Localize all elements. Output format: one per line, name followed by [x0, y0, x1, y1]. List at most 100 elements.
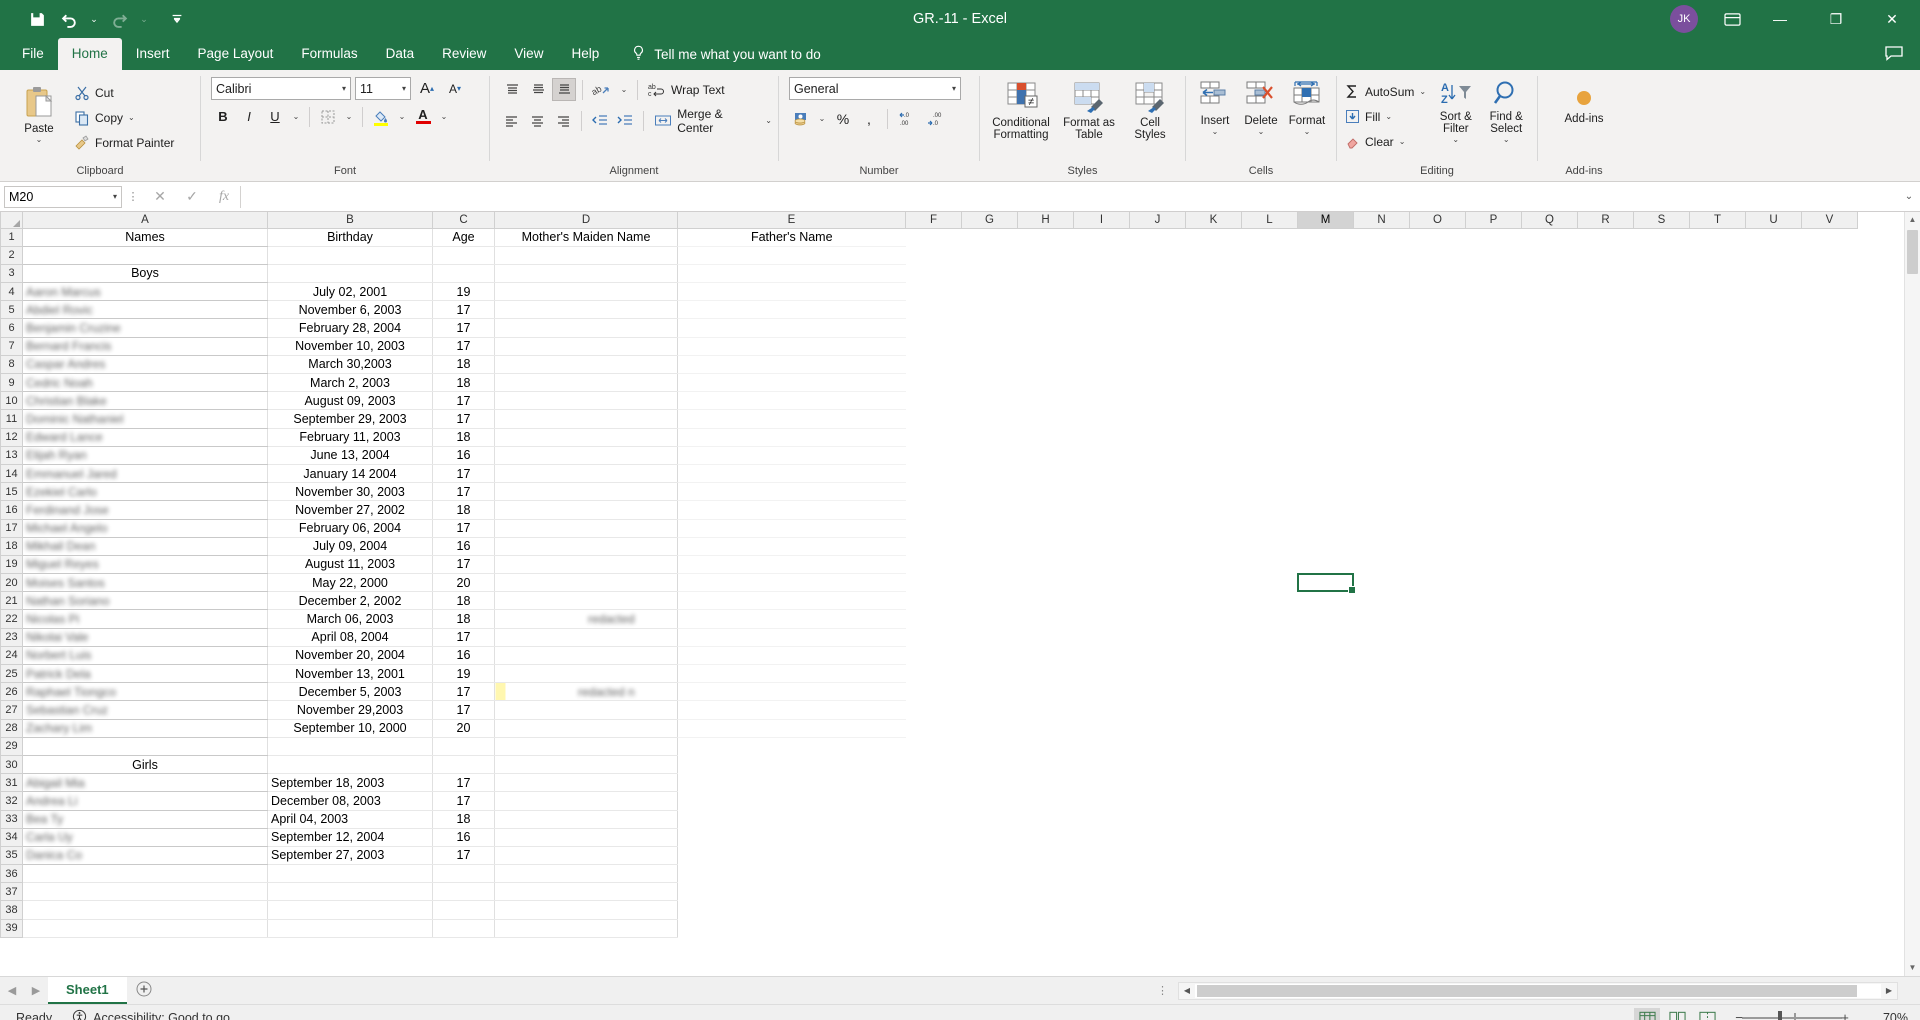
cell-H31[interactable] [1018, 774, 1074, 792]
cell-N5[interactable] [1354, 301, 1410, 319]
cell-N21[interactable] [1354, 592, 1410, 610]
table-row[interactable]: 12 Edward Lance February 11, 2003 18 [0, 427, 1858, 447]
row-header-11[interactable]: 11 [0, 409, 23, 429]
cell-A11[interactable]: Dominic Nathaniel [22, 409, 268, 429]
row-header-37[interactable]: 37 [0, 882, 23, 902]
cell-I32[interactable] [1074, 792, 1130, 810]
cell-C5[interactable]: 17 [432, 300, 495, 320]
cell-U33[interactable] [1746, 810, 1802, 828]
cell-D26[interactable]: redacted n [494, 682, 678, 702]
cell-O28[interactable] [1410, 719, 1466, 737]
cell-Q32[interactable] [1522, 792, 1578, 810]
column-header-E[interactable]: E [677, 212, 906, 229]
cell-L13[interactable] [1242, 446, 1298, 464]
expand-formula-bar-icon[interactable]: ⌄ [1898, 191, 1920, 202]
cell-M32[interactable] [1298, 792, 1354, 810]
cell-V14[interactable] [1802, 464, 1858, 482]
row-header-34[interactable]: 34 [0, 827, 23, 847]
cell-R13[interactable] [1578, 446, 1634, 464]
cell-G16[interactable] [962, 501, 1018, 519]
cell-T27[interactable] [1690, 701, 1746, 719]
table-row[interactable]: 35 Danica Co September 27, 2003 17 [0, 845, 1858, 866]
cell-O5[interactable] [1410, 301, 1466, 319]
cell-N15[interactable] [1354, 483, 1410, 501]
cell-D21[interactable] [494, 591, 678, 611]
cell-D6[interactable] [494, 318, 678, 338]
cell-P7[interactable] [1466, 337, 1522, 355]
cell-D22[interactable]: redacted [494, 609, 678, 629]
row-header-26[interactable]: 26 [0, 682, 23, 702]
cell-M21[interactable] [1298, 592, 1354, 610]
bold-button[interactable]: B [211, 105, 235, 128]
cell-D34[interactable] [494, 828, 678, 847]
cell-T1[interactable] [1690, 228, 1746, 246]
cell-P17[interactable] [1466, 519, 1522, 537]
cell-R12[interactable] [1578, 428, 1634, 446]
cell-S35[interactable] [1634, 846, 1690, 864]
table-row[interactable]: 14 Emmanuel Jared January 14 2004 17 [0, 463, 1858, 484]
cell-F30[interactable] [906, 755, 962, 773]
cell-T17[interactable] [1690, 519, 1746, 537]
cell-V10[interactable] [1802, 392, 1858, 410]
cell-F17[interactable] [906, 519, 962, 537]
cell-G34[interactable] [962, 828, 1018, 846]
cell-Q30[interactable] [1522, 755, 1578, 773]
cell-U13[interactable] [1746, 446, 1802, 464]
cell-J18[interactable] [1130, 537, 1186, 555]
cell-U10[interactable] [1746, 392, 1802, 410]
cell-E15[interactable] [677, 482, 906, 502]
cell-B11[interactable]: September 29, 2003 [267, 409, 433, 429]
cell-F23[interactable] [906, 628, 962, 646]
cell-D39[interactable] [494, 919, 678, 938]
cell-A39[interactable] [22, 919, 268, 938]
horizontal-scroll-thumb[interactable] [1197, 984, 1857, 997]
cell-Q38[interactable] [1522, 901, 1578, 919]
cell-J14[interactable] [1130, 464, 1186, 482]
row-header-38[interactable]: 38 [0, 900, 23, 920]
cell-E31[interactable] [678, 774, 906, 792]
cell-V37[interactable] [1802, 883, 1858, 901]
insert-cells-dropdown-icon[interactable]: ⌄ [1212, 127, 1219, 136]
cell-M27[interactable] [1298, 701, 1354, 719]
cell-E11[interactable] [677, 409, 906, 429]
cell-F33[interactable] [906, 810, 962, 828]
tab-help[interactable]: Help [557, 38, 613, 70]
cell-G21[interactable] [962, 592, 1018, 610]
cell-S3[interactable] [1634, 264, 1690, 282]
cell-O35[interactable] [1410, 846, 1466, 864]
cell-D33[interactable] [494, 810, 678, 829]
cell-B9[interactable]: March 2, 2003 [267, 373, 433, 393]
cell-S38[interactable] [1634, 901, 1690, 919]
row-header-8[interactable]: 8 [0, 354, 23, 375]
cell-V4[interactable] [1802, 283, 1858, 301]
cell-I20[interactable] [1074, 574, 1130, 592]
orientation-button[interactable]: ab [589, 78, 615, 101]
cell-C20[interactable]: 20 [432, 573, 495, 593]
cell-S32[interactable] [1634, 792, 1690, 810]
cell-M1[interactable] [1298, 228, 1354, 246]
sort-filter-button[interactable]: A Z Sort & Filter ⌄ [1430, 77, 1481, 144]
cell-T5[interactable] [1690, 301, 1746, 319]
cell-A10[interactable]: Christian Blake [22, 391, 268, 411]
tell-me-search[interactable]: Tell me what you want to do [613, 38, 821, 70]
cell-F31[interactable] [906, 774, 962, 792]
cell-M31[interactable] [1298, 774, 1354, 792]
cell-J15[interactable] [1130, 483, 1186, 501]
cell-J35[interactable] [1130, 846, 1186, 864]
cell-V22[interactable] [1802, 610, 1858, 628]
cell-Q3[interactable] [1522, 264, 1578, 282]
number-format-combo[interactable]: General ▾ [789, 77, 961, 100]
cell-F35[interactable] [906, 846, 962, 864]
column-header-B[interactable]: B [267, 212, 433, 229]
cell-T38[interactable] [1690, 901, 1746, 919]
cell-B33[interactable]: April 04, 2003 [267, 810, 433, 829]
cell-K24[interactable] [1186, 646, 1242, 664]
cell-G9[interactable] [962, 374, 1018, 392]
cell-J32[interactable] [1130, 792, 1186, 810]
row-header-6[interactable]: 6 [0, 318, 23, 338]
fill-color-button[interactable] [369, 105, 393, 128]
cell-O34[interactable] [1410, 828, 1466, 846]
cell-P15[interactable] [1466, 483, 1522, 501]
cell-C31[interactable]: 17 [432, 773, 495, 793]
cell-O22[interactable] [1410, 610, 1466, 628]
